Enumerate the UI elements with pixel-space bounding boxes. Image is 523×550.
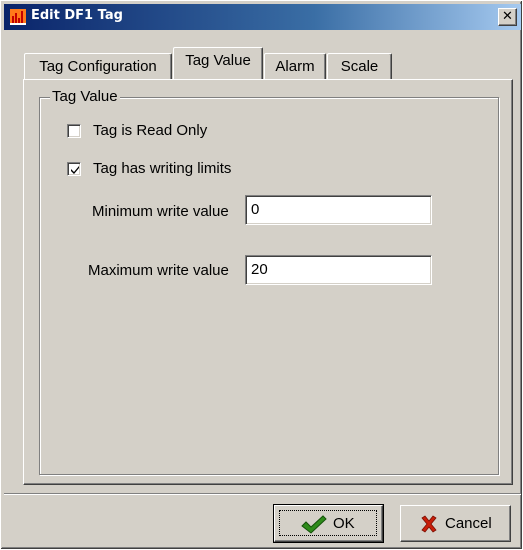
title-bar[interactable]: Edit DF1 Tag ✕	[4, 4, 521, 30]
focus-rect	[279, 510, 377, 536]
read-only-label[interactable]: Tag is Read Only	[93, 122, 207, 140]
tab-tag-configuration[interactable]: Tag Configuration	[24, 53, 172, 80]
cancel-label: Cancel	[445, 515, 492, 532]
writing-limits-checkbox[interactable]	[67, 162, 81, 176]
check-icon	[301, 515, 327, 534]
close-icon: ✕	[502, 9, 513, 24]
max-write-label: Maximum write value	[88, 262, 229, 279]
cancel-button[interactable]: Cancel	[400, 505, 511, 542]
tag-value-groupbox: Tag Value Tag is Read Only Tag has writi…	[39, 88, 499, 475]
close-button[interactable]: ✕	[498, 8, 517, 26]
min-write-input[interactable]: 0	[245, 195, 432, 225]
window-title: Edit DF1 Tag	[31, 8, 123, 23]
tab-label: Scale	[340, 58, 379, 75]
read-only-checkbox[interactable]	[67, 124, 81, 138]
tab-alarm[interactable]: Alarm	[264, 53, 326, 80]
tab-scale[interactable]: Scale	[327, 53, 392, 80]
ok-button[interactable]: OK	[273, 504, 384, 543]
tag-value-panel: Tag Value Tag is Read Only Tag has writi…	[23, 79, 513, 485]
tab-label: Alarm	[275, 58, 315, 75]
x-icon	[421, 515, 437, 533]
min-write-label: Minimum write value	[92, 203, 229, 220]
check-mark-icon	[71, 166, 79, 174]
max-write-input[interactable]: 20	[245, 255, 432, 285]
group-title: Tag Value	[50, 88, 120, 106]
tab-label: Tag Configuration	[39, 58, 157, 75]
dialog-window: Edit DF1 Tag ✕ Tag Configuration Tag Val…	[0, 0, 523, 550]
tab-label: Tag Value	[185, 52, 251, 69]
writing-limits-label[interactable]: Tag has writing limits	[93, 160, 231, 178]
bar-chart-icon	[10, 9, 26, 25]
footer-separator	[4, 493, 521, 495]
tab-tag-value[interactable]: Tag Value	[173, 47, 263, 79]
ok-label: OK	[333, 515, 355, 532]
